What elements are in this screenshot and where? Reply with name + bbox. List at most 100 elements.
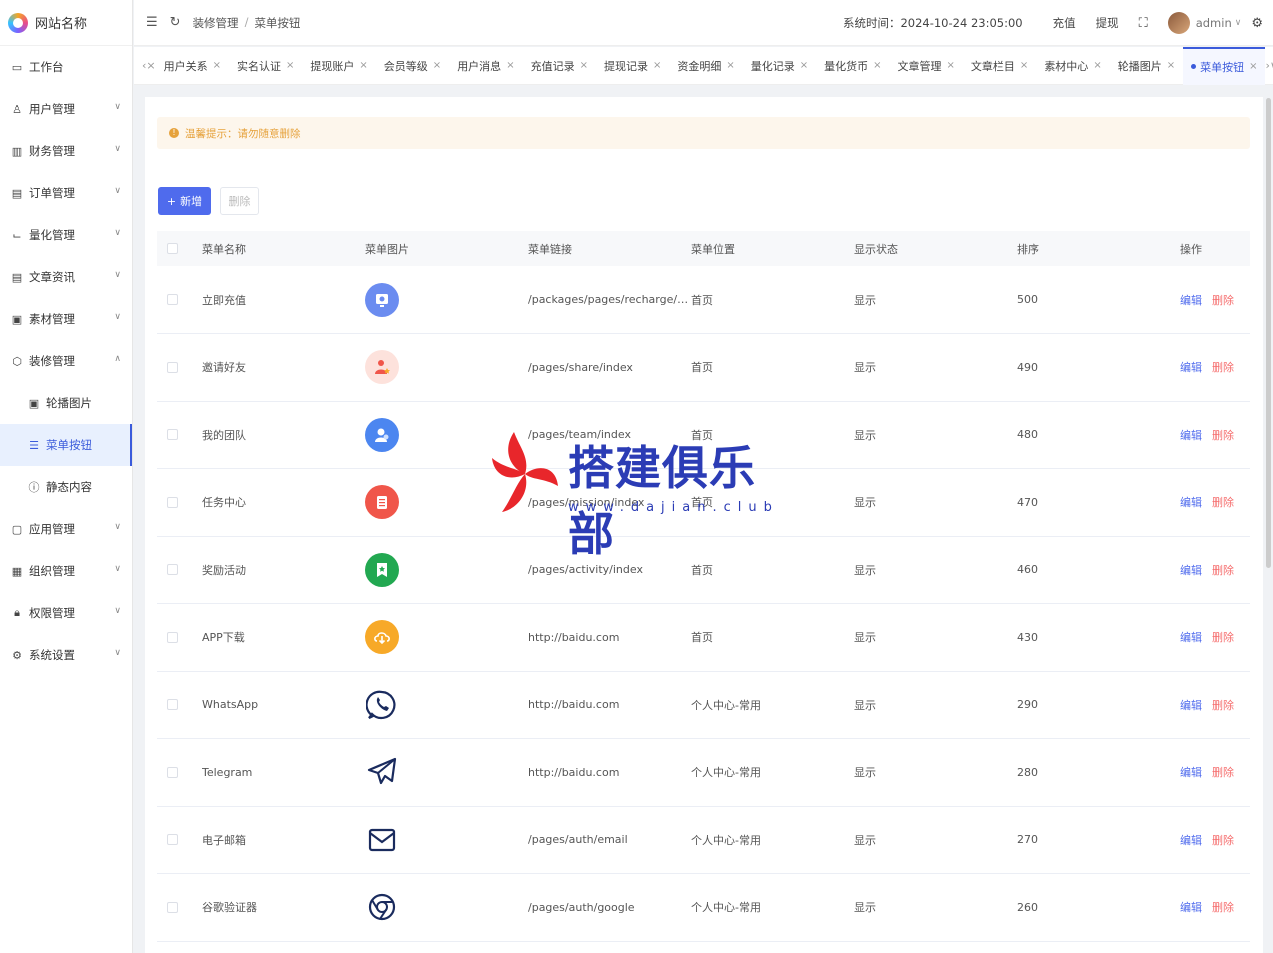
chart-icon: ▥ xyxy=(11,144,23,158)
tab-close-icon[interactable]: × xyxy=(726,60,734,71)
sort-order: 500 xyxy=(1017,293,1038,306)
edit-link[interactable]: 编辑 xyxy=(1180,901,1202,914)
sidebar-item[interactable]: ☰ 菜单按钮 xyxy=(0,424,132,466)
sidebar-item[interactable]: ♙ 用户管理 ∨ xyxy=(0,88,132,130)
tab[interactable]: 素材中心 × xyxy=(1036,47,1109,85)
row-checkbox[interactable] xyxy=(167,496,178,508)
whatsapp-icon xyxy=(365,687,399,722)
edit-link[interactable]: 编辑 xyxy=(1180,834,1202,847)
tab-close-icon[interactable]: × xyxy=(947,60,955,71)
delete-link[interactable]: 删除 xyxy=(1212,834,1234,847)
batch-delete-button[interactable]: 删除 xyxy=(220,187,259,215)
edit-link[interactable]: 编辑 xyxy=(1180,631,1202,644)
tab[interactable]: 菜单按钮 × xyxy=(1183,46,1266,85)
sidebar-item[interactable]: ⚙ 系统设置 ∨ xyxy=(0,634,132,676)
row-checkbox[interactable] xyxy=(167,294,178,305)
logo[interactable]: 网站名称 xyxy=(0,0,132,46)
sidebar-item[interactable]: 🔒︎ 权限管理 ∨ xyxy=(0,592,132,634)
avatar[interactable] xyxy=(1167,12,1190,34)
delete-link[interactable]: 删除 xyxy=(1212,766,1234,779)
sidebar-item[interactable]: ⌙ 量化管理 ∨ xyxy=(0,214,132,256)
tab-close-icon[interactable]: × xyxy=(506,60,514,71)
delete-link[interactable]: 删除 xyxy=(1212,361,1234,374)
tab-close-icon[interactable]: × xyxy=(1093,60,1101,71)
sidebar-item[interactable]: ▤ 订单管理 ∨ xyxy=(0,172,132,214)
row-checkbox[interactable] xyxy=(167,631,178,643)
delete-link[interactable]: 删除 xyxy=(1212,496,1234,509)
tab[interactable]: 提现记录 × xyxy=(596,47,669,85)
delete-link[interactable]: 删除 xyxy=(1212,564,1234,577)
tab-close-icon[interactable]: × xyxy=(1020,60,1028,71)
tab-close-icon[interactable]: × xyxy=(580,60,588,71)
row-checkbox[interactable] xyxy=(167,901,178,913)
info-icon: ⓘ xyxy=(28,481,40,494)
tab-close-icon[interactable]: × xyxy=(359,60,367,71)
menu-name: 任务中心 xyxy=(202,496,246,510)
sidebar-item[interactable]: ▣ 轮播图片 xyxy=(0,382,132,424)
tab[interactable]: 实名认证 × xyxy=(229,47,302,85)
edit-link[interactable]: 编辑 xyxy=(1180,564,1202,577)
tab[interactable]: 量化记录 × xyxy=(743,47,816,85)
sidebar-item[interactable]: ▣ 素材管理 ∨ xyxy=(0,298,132,340)
tab[interactable]: 量化货币 × xyxy=(816,47,889,85)
tab[interactable]: 会员等级 × xyxy=(376,47,449,85)
delete-link[interactable]: 删除 xyxy=(1212,631,1234,644)
delete-link[interactable]: 删除 xyxy=(1212,699,1234,712)
recharge-button[interactable]: 充值 xyxy=(1053,15,1076,31)
breadcrumb-item[interactable]: 装修管理 xyxy=(193,15,239,31)
edit-link[interactable]: 编辑 xyxy=(1180,699,1202,712)
withdraw-button[interactable]: 提现 xyxy=(1096,15,1119,31)
sidebar-item[interactable]: ▤ 文章资讯 ∨ xyxy=(0,256,132,298)
tab-close-icon[interactable]: × xyxy=(213,60,221,71)
refresh-icon[interactable]: ↻ xyxy=(170,15,181,30)
row-checkbox[interactable] xyxy=(167,699,178,711)
close-all-tabs-icon[interactable]: × xyxy=(146,59,155,72)
menu-fold-icon[interactable]: ☰ xyxy=(146,15,158,30)
sidebar-item[interactable]: ▢ 应用管理 ∨ xyxy=(0,508,132,550)
edit-link[interactable]: 编辑 xyxy=(1180,429,1202,442)
sidebar-item[interactable]: ⬡ 装修管理 ∧ xyxy=(0,340,132,382)
menu-name: WhatsApp xyxy=(202,698,259,712)
row-checkbox[interactable] xyxy=(167,834,178,846)
fullscreen-icon[interactable]: ⛶ xyxy=(1139,16,1148,31)
sidebar-item[interactable]: ▥ 财务管理 ∨ xyxy=(0,130,132,172)
tab-close-icon[interactable]: × xyxy=(1249,61,1257,72)
settings-gear-icon[interactable]: ⚙ xyxy=(1251,16,1263,31)
sidebar-item[interactable]: ▭ 工作台 xyxy=(0,46,132,88)
delete-link[interactable]: 删除 xyxy=(1212,901,1234,914)
select-all-checkbox[interactable] xyxy=(167,243,178,254)
edit-link[interactable]: 编辑 xyxy=(1180,496,1202,509)
tab-close-icon[interactable]: × xyxy=(1167,60,1175,71)
edit-link[interactable]: 编辑 xyxy=(1180,766,1202,779)
tab-close-icon[interactable]: × xyxy=(800,60,808,71)
tab-close-icon[interactable]: × xyxy=(873,60,881,71)
edit-link[interactable]: 编辑 xyxy=(1180,361,1202,374)
tab-close-icon[interactable]: × xyxy=(653,60,661,71)
page-scrollbar[interactable] xyxy=(1266,98,1271,568)
download-icon xyxy=(365,620,399,655)
tab[interactable]: 资金明细 × xyxy=(669,47,742,85)
tab[interactable]: 充值记录 × xyxy=(523,47,596,85)
edit-link[interactable]: 编辑 xyxy=(1180,294,1202,307)
sidebar-item-label: 装修管理 xyxy=(29,354,75,368)
user-name[interactable]: admin xyxy=(1196,16,1232,30)
delete-link[interactable]: 删除 xyxy=(1212,429,1234,442)
tab[interactable]: 用户关系 × xyxy=(156,47,229,85)
row-checkbox[interactable] xyxy=(167,429,178,441)
sidebar-item[interactable]: ▦ 组织管理 ∨ xyxy=(0,550,132,592)
tab[interactable]: 轮播图片 × xyxy=(1110,47,1183,85)
sidebar-item-label: 素材管理 xyxy=(29,312,75,326)
delete-link[interactable]: 删除 xyxy=(1212,294,1234,307)
sidebar-item[interactable]: ⓘ 静态内容 xyxy=(0,466,132,508)
row-checkbox[interactable] xyxy=(167,564,178,576)
tab-close-icon[interactable]: × xyxy=(433,60,441,71)
chevron-down-icon[interactable]: ∨ xyxy=(1235,18,1242,28)
row-checkbox[interactable] xyxy=(167,766,178,778)
tab-close-icon[interactable]: × xyxy=(286,60,294,71)
row-checkbox[interactable] xyxy=(167,361,178,373)
tab[interactable]: 文章管理 × xyxy=(890,47,963,85)
tab[interactable]: 用户消息 × xyxy=(449,47,522,85)
add-button[interactable]: + 新增 xyxy=(158,187,211,215)
tab[interactable]: 文章栏目 × xyxy=(963,47,1036,85)
tab[interactable]: 提现账户 × xyxy=(302,47,375,85)
